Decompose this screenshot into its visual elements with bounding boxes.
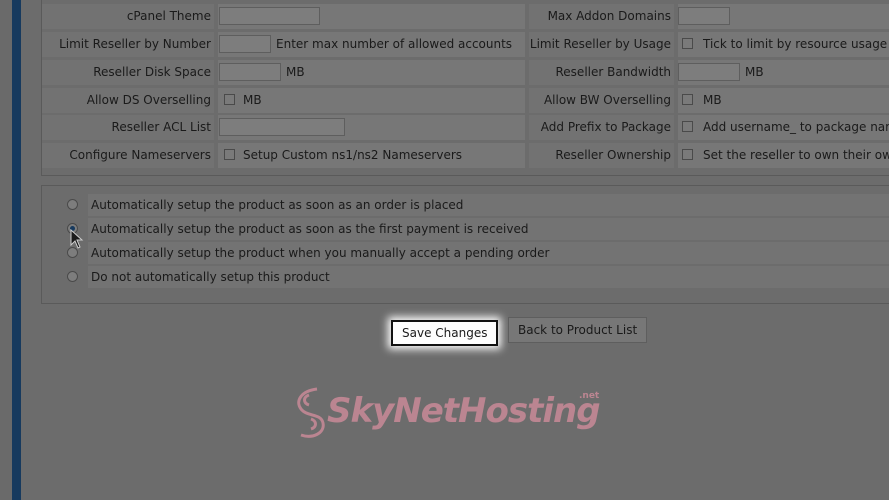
auto-setup-label: Automatically setup the product as soon … — [88, 218, 889, 240]
field-label: Allow DS Overselling — [42, 88, 214, 113]
max-addon-domains-label: Max Addon Domains — [547, 9, 671, 23]
field-label: Add Prefix to Package — [529, 115, 674, 140]
add-prefix-hint: Add username_ to package name — [703, 120, 889, 134]
ds-overselling-unit: MB — [243, 93, 262, 107]
settings-row: Allow DS Overselling MB Allow BW Oversel… — [42, 88, 889, 113]
disk-space-input[interactable] — [219, 63, 281, 81]
field-label: Configure Nameservers — [42, 143, 214, 168]
field-cell: MB — [678, 88, 889, 113]
field-label: Limit Reseller by Usage — [529, 32, 674, 57]
acl-list-label: Reseller ACL List — [111, 120, 211, 134]
limit-by-number-label: Limit Reseller by Number — [59, 37, 211, 51]
settings-row: cPanel Theme Max Addon Domains — [42, 4, 889, 29]
field-label: Limit Reseller by Number — [42, 32, 214, 57]
settings-row: Configure Nameservers Setup Custom ns1/n… — [42, 143, 889, 168]
ds-overselling-label: Allow DS Overselling — [86, 93, 211, 107]
auto-setup-option[interactable]: Do not automatically setup this product — [42, 266, 889, 288]
auto-setup-label: Do not automatically setup this product — [88, 266, 889, 288]
field-cell: MB — [218, 60, 525, 85]
field-cell — [218, 115, 525, 140]
field-cell — [678, 4, 889, 29]
radio-cell — [42, 194, 87, 216]
back-to-product-list-button[interactable]: Back to Product List — [508, 317, 648, 343]
field-cell: Tick to limit by resource usage — [678, 32, 889, 57]
ds-overselling-checkbox[interactable] — [224, 94, 235, 105]
limit-by-number-input[interactable] — [219, 35, 271, 53]
max-addon-domains-input[interactable] — [678, 7, 730, 25]
cpanel-theme-label: cPanel Theme — [126, 9, 211, 23]
bw-overselling-unit: MB — [703, 93, 722, 107]
limit-by-usage-checkbox[interactable] — [682, 38, 693, 49]
acl-list-input[interactable] — [219, 118, 345, 136]
auto-setup-label: Automatically setup the product as soon … — [88, 194, 889, 216]
ownership-hint: Set the reseller to own their own accoun… — [703, 148, 889, 162]
add-prefix-label: Add Prefix to Package — [540, 120, 671, 134]
disk-space-label: Reseller Disk Space — [93, 65, 211, 79]
auto-setup-option[interactable]: Automatically setup the product when you… — [42, 242, 889, 264]
nameservers-hint: Setup Custom ns1/ns2 Nameservers — [243, 148, 463, 162]
field-label: Reseller Ownership — [529, 143, 674, 168]
nameservers-checkbox[interactable] — [224, 149, 235, 160]
field-cell: Set the reseller to own their own accoun… — [678, 143, 889, 168]
bw-overselling-checkbox[interactable] — [682, 94, 693, 105]
settings-row: Limit Reseller by Number Enter max numbe… — [42, 32, 889, 57]
auto-setup-radio-none[interactable] — [67, 271, 78, 282]
auto-setup-label: Automatically setup the product when you… — [88, 242, 889, 264]
radio-cell — [42, 266, 87, 288]
watermark-text: SkyNetHosting — [327, 391, 601, 431]
cpanel-theme-input[interactable] — [219, 7, 320, 25]
field-cell: Setup Custom ns1/ns2 Nameservers — [218, 143, 525, 168]
mouse-cursor-icon — [70, 229, 84, 249]
watermark-tld: .net — [579, 391, 600, 401]
limit-by-usage-label: Limit Reseller by Usage — [529, 37, 671, 51]
skynethosting-watermark: SkyNetHosting .net — [287, 383, 627, 443]
field-cell: Enter max number of allowed accounts — [218, 32, 525, 57]
add-prefix-checkbox[interactable] — [682, 121, 693, 132]
limit-by-number-hint: Enter max number of allowed accounts — [276, 37, 513, 51]
auto-setup-option[interactable]: Automatically setup the product as soon … — [42, 194, 889, 216]
product-config-page: cPanel Theme Max Addon Domains Limit Res… — [21, 0, 889, 500]
settings-row: Reseller ACL List Add Prefix to Package … — [42, 115, 889, 140]
left-accent-stripe — [12, 0, 21, 500]
field-label: Allow BW Overselling — [529, 88, 674, 113]
save-changes-button[interactable]: Save Changes — [391, 320, 499, 346]
limit-by-usage-hint: Tick to limit by resource usage — [703, 37, 888, 51]
reseller-settings-table: cPanel Theme Max Addon Domains Limit Res… — [41, 0, 889, 176]
bandwidth-unit: MB — [745, 65, 764, 79]
auto-setup-radio-order[interactable] — [67, 199, 78, 210]
field-label: Reseller ACL List — [42, 115, 214, 140]
field-cell: MB — [678, 60, 889, 85]
field-label: Reseller Bandwidth — [529, 60, 674, 85]
field-label: Reseller Disk Space — [42, 60, 214, 85]
bandwidth-label: Reseller Bandwidth — [555, 65, 672, 79]
auto-setup-option[interactable]: Automatically setup the product as soon … — [42, 218, 889, 240]
nameservers-label: Configure Nameservers — [69, 148, 211, 162]
ownership-checkbox[interactable] — [682, 149, 693, 160]
settings-row: Reseller Disk Space MB Reseller Bandwidt… — [42, 60, 889, 85]
bandwidth-input[interactable] — [678, 63, 740, 81]
disk-space-unit: MB — [286, 65, 305, 79]
field-cell: Add username_ to package name — [678, 115, 889, 140]
field-label: Max Addon Domains — [529, 4, 674, 29]
auto-setup-options: Automatically setup the product as soon … — [41, 185, 889, 304]
field-cell: MB — [218, 88, 525, 113]
ownership-label: Reseller Ownership — [555, 148, 671, 162]
field-label: cPanel Theme — [42, 4, 214, 29]
field-cell — [218, 4, 525, 29]
bw-overselling-label: Allow BW Overselling — [543, 93, 671, 107]
